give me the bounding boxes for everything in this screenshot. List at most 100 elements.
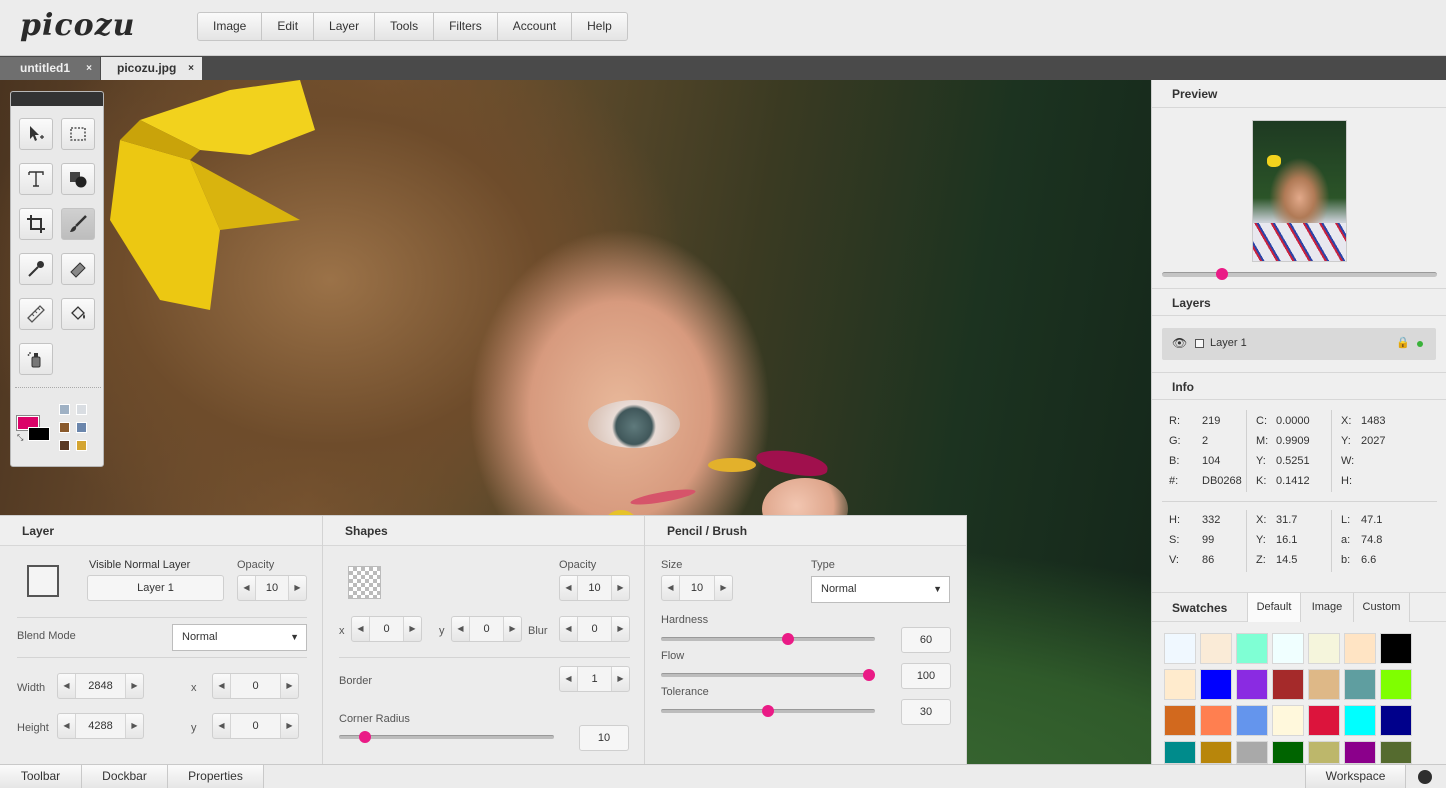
dockbar-toggle-button[interactable]: Dockbar bbox=[82, 765, 168, 788]
decrement-arrow-icon[interactable]: ◀ bbox=[560, 617, 577, 641]
color-swatch[interactable] bbox=[1200, 669, 1232, 700]
blend-mode-select[interactable]: Normal ▼ bbox=[172, 624, 307, 651]
workspace-button[interactable]: Workspace bbox=[1305, 765, 1406, 788]
border-value[interactable]: 1 bbox=[577, 667, 612, 691]
shapes-tool-icon[interactable] bbox=[61, 163, 95, 195]
brush-size-value[interactable]: 10 bbox=[679, 576, 715, 600]
ruler-tool-icon[interactable] bbox=[19, 298, 53, 330]
menu-help[interactable]: Help bbox=[572, 13, 627, 40]
blur-value[interactable]: 0 bbox=[577, 617, 612, 641]
increment-arrow-icon[interactable]: ▶ bbox=[612, 667, 629, 691]
decrement-arrow-icon[interactable]: ◀ bbox=[352, 617, 369, 641]
navigator-preview[interactable] bbox=[1252, 120, 1347, 262]
eye-icon[interactable]: 👁 bbox=[1172, 336, 1187, 350]
marquee-tool-icon[interactable] bbox=[61, 118, 95, 150]
app-logo[interactable]: picozu bbox=[20, 8, 136, 43]
crop-tool-icon[interactable] bbox=[19, 208, 53, 240]
decrement-arrow-icon[interactable]: ◀ bbox=[58, 714, 75, 738]
color-swatch[interactable] bbox=[1272, 705, 1304, 736]
fill-bucket-icon[interactable] bbox=[61, 298, 95, 330]
increment-arrow-icon[interactable]: ▶ bbox=[612, 617, 629, 641]
color-swatch[interactable] bbox=[1344, 705, 1376, 736]
opacity-stepper[interactable]: ◀ 10 ▶ bbox=[237, 575, 307, 601]
color-swatch[interactable] bbox=[1308, 669, 1340, 700]
color-swatch[interactable] bbox=[1344, 669, 1376, 700]
move-tool-icon[interactable] bbox=[19, 118, 53, 150]
color-swatch[interactable] bbox=[1272, 741, 1304, 764]
color-swatch[interactable] bbox=[1236, 741, 1268, 764]
increment-arrow-icon[interactable]: ▶ bbox=[715, 576, 732, 600]
shape-opacity-value[interactable]: 10 bbox=[577, 576, 612, 600]
lock-icon[interactable]: 🔒 bbox=[1396, 336, 1410, 349]
tab-custom[interactable]: Custom bbox=[1353, 593, 1410, 622]
secondary-color-swatch[interactable] bbox=[28, 427, 50, 441]
color-swatch[interactable] bbox=[1380, 633, 1412, 664]
flow-slider[interactable] bbox=[661, 669, 875, 681]
shape-fill-preview[interactable] bbox=[348, 566, 381, 599]
slider-handle[interactable] bbox=[863, 669, 875, 681]
color-swatch[interactable] bbox=[1308, 633, 1340, 664]
globe-icon[interactable] bbox=[1418, 770, 1432, 784]
menu-account[interactable]: Account bbox=[498, 13, 573, 40]
tab-image[interactable]: Image bbox=[1300, 593, 1353, 622]
properties-toggle-button[interactable]: Properties bbox=[168, 765, 264, 788]
color-swatch[interactable] bbox=[1200, 705, 1232, 736]
color-swatch[interactable] bbox=[1380, 741, 1412, 764]
menu-image[interactable]: Image bbox=[198, 13, 263, 40]
color-swatch[interactable] bbox=[1380, 705, 1412, 736]
decrement-arrow-icon[interactable]: ◀ bbox=[238, 576, 255, 600]
increment-arrow-icon[interactable]: ▶ bbox=[126, 714, 143, 738]
zoom-slider[interactable] bbox=[1162, 268, 1437, 280]
layer-row[interactable]: 👁 Layer 1 🔒 bbox=[1162, 328, 1436, 360]
layer-checkbox[interactable] bbox=[1195, 339, 1204, 348]
tolerance-field[interactable]: 30 bbox=[901, 699, 951, 725]
decrement-arrow-icon[interactable]: ◀ bbox=[452, 617, 469, 641]
increment-arrow-icon[interactable]: ▶ bbox=[504, 617, 521, 641]
brush-size-stepper[interactable]: ◀ 10 ▶ bbox=[661, 575, 733, 601]
color-swatch[interactable] bbox=[1164, 741, 1196, 764]
tab-picozu-jpg[interactable]: picozu.jpg × bbox=[101, 57, 202, 80]
color-swatch[interactable] bbox=[1344, 741, 1376, 764]
color-swatch[interactable] bbox=[1308, 741, 1340, 764]
y-value[interactable]: 0 bbox=[230, 714, 281, 738]
tolerance-slider[interactable] bbox=[661, 705, 875, 717]
menu-layer[interactable]: Layer bbox=[314, 13, 376, 40]
slider-handle[interactable] bbox=[782, 633, 795, 645]
menu-edit[interactable]: Edit bbox=[262, 13, 315, 40]
recent-color[interactable] bbox=[59, 440, 70, 451]
layer-name-field[interactable]: Layer 1 bbox=[87, 575, 224, 601]
spray-can-icon[interactable] bbox=[19, 343, 53, 375]
recent-color[interactable] bbox=[76, 422, 87, 433]
width-value[interactable]: 2848 bbox=[75, 674, 126, 698]
recent-color[interactable] bbox=[59, 422, 70, 433]
increment-arrow-icon[interactable]: ▶ bbox=[126, 674, 143, 698]
color-swatch[interactable] bbox=[1200, 633, 1232, 664]
menu-tools[interactable]: Tools bbox=[375, 13, 435, 40]
color-swatch[interactable] bbox=[1164, 669, 1196, 700]
shadow-x-value[interactable]: 0 bbox=[369, 617, 404, 641]
color-swatch[interactable] bbox=[1344, 633, 1376, 664]
recent-color[interactable] bbox=[59, 404, 70, 415]
eraser-tool-icon[interactable] bbox=[61, 253, 95, 285]
border-stepper[interactable]: ◀ 1 ▶ bbox=[559, 666, 630, 692]
decrement-arrow-icon[interactable]: ◀ bbox=[560, 667, 577, 691]
hardness-field[interactable]: 60 bbox=[901, 627, 951, 653]
increment-arrow-icon[interactable]: ▶ bbox=[281, 714, 298, 738]
increment-arrow-icon[interactable]: ▶ bbox=[281, 674, 298, 698]
slider-handle[interactable] bbox=[359, 731, 372, 743]
tab-untitled1[interactable]: untitled1 × bbox=[0, 57, 100, 80]
close-icon[interactable]: × bbox=[188, 57, 194, 80]
color-swatch[interactable] bbox=[1164, 633, 1196, 664]
shape-opacity-stepper[interactable]: ◀ 10 ▶ bbox=[559, 575, 630, 601]
color-swatch[interactable] bbox=[1272, 669, 1304, 700]
color-swatch[interactable] bbox=[1236, 669, 1268, 700]
recent-color[interactable] bbox=[76, 404, 87, 415]
opacity-value[interactable]: 10 bbox=[255, 576, 289, 600]
color-swatch[interactable] bbox=[1380, 669, 1412, 700]
tool-palette-handle[interactable] bbox=[11, 92, 103, 106]
text-tool-icon[interactable] bbox=[19, 163, 53, 195]
color-swatch[interactable] bbox=[1164, 705, 1196, 736]
width-stepper[interactable]: ◀ 2848 ▶ bbox=[57, 673, 144, 699]
x-value[interactable]: 0 bbox=[230, 674, 281, 698]
decrement-arrow-icon[interactable]: ◀ bbox=[213, 674, 230, 698]
